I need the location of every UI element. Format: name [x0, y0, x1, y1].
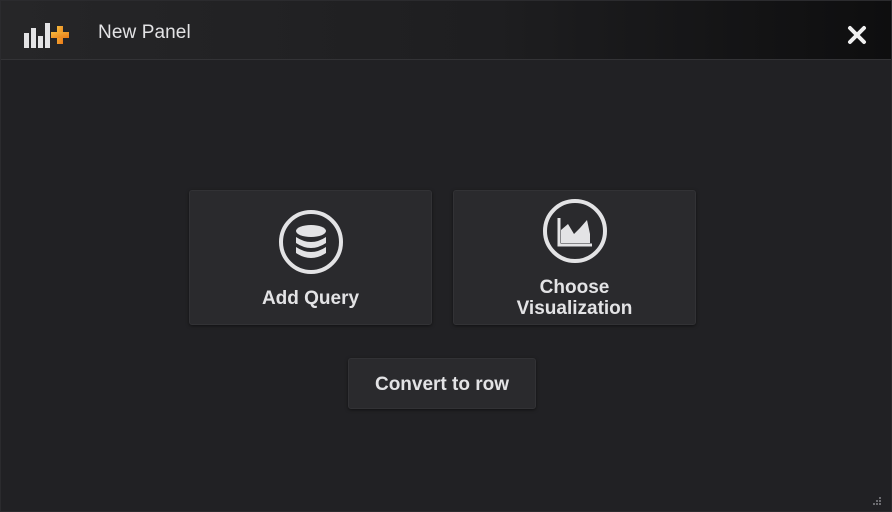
convert-to-row-button[interactable]: Convert to row — [348, 358, 536, 409]
add-panel-icon — [24, 23, 69, 48]
panel-title: New Panel — [98, 22, 191, 43]
resize-handle-icon[interactable] — [871, 495, 883, 507]
choose-visualization-label: Choose Visualization — [454, 277, 695, 319]
choose-visualization-button[interactable]: Choose Visualization — [453, 190, 696, 325]
choose-visualization-label-line2: Visualization — [516, 298, 633, 319]
choose-visualization-label-line1: Choose — [539, 277, 610, 298]
add-query-label: Add Query — [261, 288, 360, 309]
close-icon[interactable] — [844, 22, 870, 48]
database-icon — [278, 210, 343, 274]
area-chart-icon — [542, 199, 607, 263]
new-panel: New Panel Add Query Choose Visualization… — [0, 0, 892, 512]
add-query-button[interactable]: Add Query — [189, 190, 432, 325]
panel-header: New Panel — [1, 1, 891, 60]
